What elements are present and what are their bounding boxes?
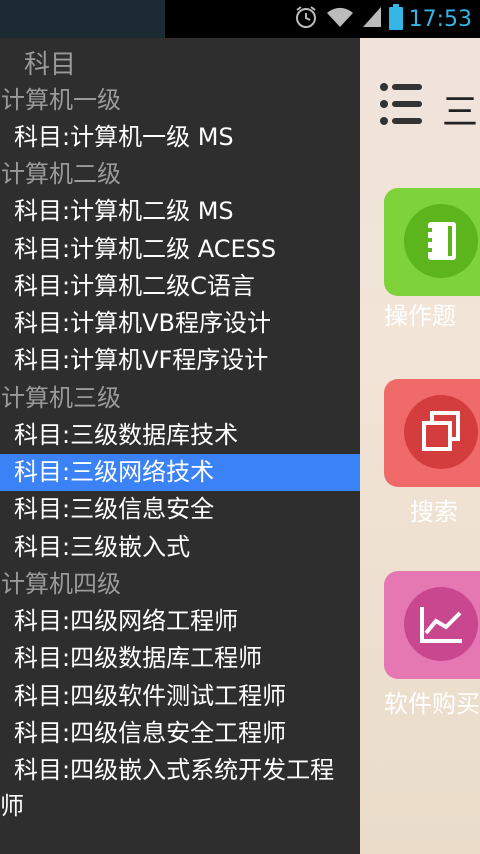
copy-windows-icon: [404, 395, 478, 469]
clock: 17:53: [408, 6, 472, 32]
list-item[interactable]: 科目:计算机二级 ACESS: [0, 231, 360, 268]
status-bar: 17:53: [0, 0, 480, 38]
list-item[interactable]: 科目:计算机一级 MS: [0, 119, 360, 156]
list-item-selected[interactable]: 科目:三级网络技术: [0, 454, 360, 492]
list-item[interactable]: 科目:四级嵌入式系统开发工程师: [0, 752, 360, 824]
group-header: 计算机二级: [1, 160, 121, 189]
subject-list: 计算机一级 科目:计算机一级 MS 计算机二级 科目:计算机二级 MS 科目:计…: [0, 82, 360, 824]
list-item[interactable]: 科目:计算机VB程序设计: [0, 305, 360, 342]
tile-operation-label: 操作题: [384, 302, 456, 330]
wifi-icon: [325, 5, 355, 33]
drawer-title: 科目: [24, 50, 77, 80]
notification-area: [0, 0, 165, 38]
list-item[interactable]: 科目:四级软件测试工程师: [0, 678, 360, 715]
notebook-icon: [404, 204, 478, 278]
list-item[interactable]: 科目:四级数据库工程师: [0, 640, 360, 677]
list-item[interactable]: 科目:三级信息安全: [0, 491, 360, 528]
list-item[interactable]: 科目:计算机二级 MS: [0, 193, 360, 230]
line-chart-icon: [404, 587, 478, 661]
tile-search[interactable]: [384, 379, 480, 487]
alarm-icon: [293, 4, 319, 34]
list-item[interactable]: 科目:四级网络工程师: [0, 603, 360, 640]
signal-icon: [361, 5, 383, 33]
list-item[interactable]: 科目:三级嵌入式: [0, 529, 360, 566]
app-title: 三: [442, 92, 479, 133]
battery-icon: [388, 4, 403, 34]
status-icons: 17:53: [293, 0, 472, 38]
tile-search-label: 搜索: [410, 498, 458, 526]
group-header: 计算机三级: [1, 383, 121, 412]
tile-purchase-label: 软件购买: [384, 690, 480, 718]
tile-operation[interactable]: [384, 188, 480, 296]
tile-purchase[interactable]: [384, 571, 480, 679]
list-menu-icon[interactable]: [378, 80, 426, 132]
subject-drawer: 科目 计算机一级 科目:计算机一级 MS 计算机二级 科目:计算机二级 MS 科…: [0, 38, 360, 854]
list-item[interactable]: 科目:三级数据库技术: [0, 417, 360, 454]
list-item[interactable]: 科目:四级信息安全工程师: [0, 715, 360, 752]
group-header: 计算机四级: [1, 569, 121, 598]
list-item[interactable]: 科目:计算机二级C语言: [0, 268, 360, 305]
list-item[interactable]: 科目:计算机VF程序设计: [0, 342, 360, 379]
group-header: 计算机一级: [1, 86, 121, 114]
